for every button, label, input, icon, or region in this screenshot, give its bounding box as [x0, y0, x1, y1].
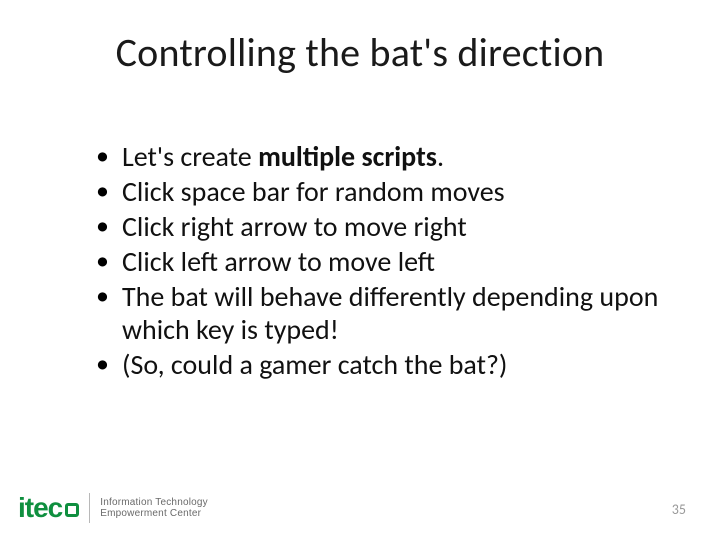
list-item: The bat will behave differently dependin… — [88, 280, 660, 346]
logo-square-icon — [65, 503, 79, 517]
bullet-text: Click right arrow to move right — [122, 209, 467, 244]
bullet-text: Click space bar for random moves — [122, 174, 505, 209]
logo-tagline-line: Information Technology — [100, 497, 208, 509]
logo-divider — [89, 493, 90, 523]
list-item: Click right arrow to move right — [88, 210, 660, 243]
logo-wordmark: itec — [18, 492, 62, 524]
list-item: (So, could a gamer catch the bat?) — [88, 348, 660, 381]
logo-mark: itec — [18, 492, 79, 524]
list-item: Click space bar for random moves — [88, 175, 660, 208]
list-item: Let's create multiple scripts. — [88, 140, 660, 173]
bullet-text: Click left arrow to move left — [122, 244, 435, 279]
logo-tagline: Information Technology Empowerment Cente… — [100, 497, 208, 520]
slide-body: Let's create multiple scripts. Click spa… — [88, 140, 660, 383]
slide: Controlling the bat's direction Let's cr… — [0, 0, 720, 540]
logo-tagline-line: Empowerment Center — [100, 508, 208, 520]
bullet-text: . — [437, 139, 444, 174]
bullet-text: The bat will behave differently dependin… — [122, 279, 658, 347]
bullet-text: (So, could a gamer catch the bat?) — [122, 347, 507, 382]
bullet-list: Let's create multiple scripts. Click spa… — [88, 140, 660, 381]
page-number: 35 — [672, 501, 686, 518]
slide-title: Controlling the bat's direction — [0, 28, 720, 77]
footer-logo: itec Information Technology Empowerment … — [18, 492, 208, 524]
bullet-bold: multiple scripts — [258, 139, 437, 174]
list-item: Click left arrow to move left — [88, 245, 660, 278]
bullet-text: Let's create — [122, 139, 258, 174]
